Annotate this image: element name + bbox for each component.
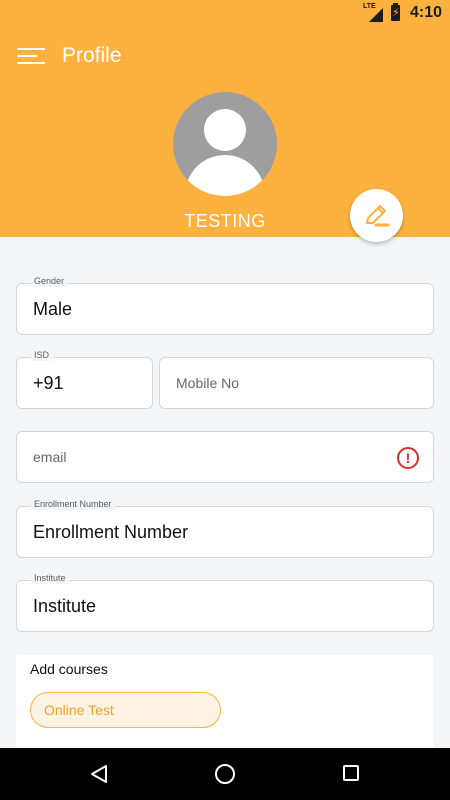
- courses-card: Add courses Online Test: [16, 655, 434, 750]
- home-icon[interactable]: [215, 764, 235, 784]
- email-input[interactable]: email !: [16, 431, 434, 483]
- institute-label: Institute: [31, 572, 69, 584]
- enrollment-value: Enrollment Number: [33, 522, 189, 542]
- alert-circle-icon: !: [397, 447, 419, 469]
- mobile-placeholder: Mobile No: [176, 375, 240, 391]
- isd-value: +91: [33, 373, 64, 393]
- mobile-input[interactable]: Mobile No: [159, 357, 434, 409]
- isd-field[interactable]: ISD +91: [16, 349, 153, 409]
- enrollment-field[interactable]: Enrollment Number Enrollment Number: [16, 498, 434, 558]
- institute-value: Institute: [33, 596, 97, 616]
- enrollment-label: Enrollment Number: [31, 498, 115, 510]
- pencil-icon: [366, 205, 390, 227]
- institute-field[interactable]: Institute Institute: [16, 572, 434, 632]
- page-title: Profile: [62, 44, 122, 67]
- back-icon[interactable]: [90, 764, 108, 784]
- status-bar: LTE ⚡ 4:10: [0, 0, 450, 28]
- gender-field[interactable]: Gender Male: [16, 275, 434, 335]
- lte-signal-icon: LTE: [363, 3, 383, 22]
- course-chip[interactable]: Online Test: [30, 692, 221, 728]
- gender-value: Male: [33, 299, 73, 319]
- isd-label: ISD: [31, 349, 53, 361]
- status-icons: LTE ⚡ 4:10: [363, 3, 442, 22]
- menu-icon[interactable]: [17, 46, 45, 66]
- status-time: 4:10: [409, 4, 442, 21]
- courses-title: Add courses: [30, 661, 108, 677]
- recent-apps-icon[interactable]: [343, 765, 359, 781]
- system-nav-bar: [0, 748, 450, 800]
- gender-label: Gender: [31, 275, 68, 287]
- email-placeholder: email: [33, 449, 67, 465]
- battery-icon: ⚡: [390, 3, 400, 21]
- edit-profile-button[interactable]: [350, 189, 403, 242]
- avatar[interactable]: [173, 92, 277, 196]
